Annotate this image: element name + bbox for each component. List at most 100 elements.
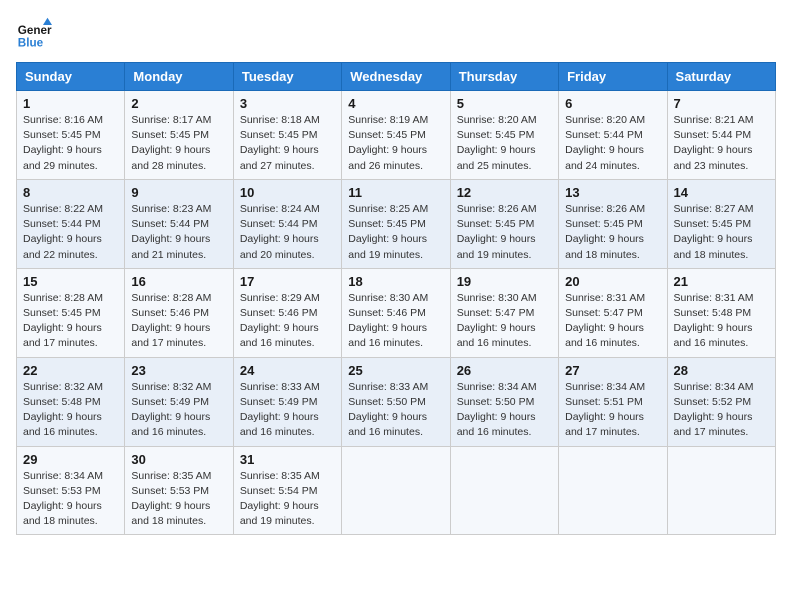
day-number: 28: [674, 363, 769, 378]
calendar-cell: 12 Sunrise: 8:26 AM Sunset: 5:45 PM Dayl…: [450, 179, 558, 268]
calendar-cell: [559, 446, 667, 535]
day-info: Sunrise: 8:26 AM Sunset: 5:45 PM Dayligh…: [565, 202, 660, 263]
day-number: 22: [23, 363, 118, 378]
day-number: 5: [457, 96, 552, 111]
day-number: 23: [131, 363, 226, 378]
calendar-cell: 4 Sunrise: 8:19 AM Sunset: 5:45 PM Dayli…: [342, 91, 450, 180]
calendar-cell: 7 Sunrise: 8:21 AM Sunset: 5:44 PM Dayli…: [667, 91, 775, 180]
day-info: Sunrise: 8:35 AM Sunset: 5:54 PM Dayligh…: [240, 469, 335, 530]
calendar-header-thursday: Thursday: [450, 63, 558, 91]
day-info: Sunrise: 8:19 AM Sunset: 5:45 PM Dayligh…: [348, 113, 443, 174]
day-number: 14: [674, 185, 769, 200]
day-number: 2: [131, 96, 226, 111]
day-number: 10: [240, 185, 335, 200]
calendar-cell: 17 Sunrise: 8:29 AM Sunset: 5:46 PM Dayl…: [233, 268, 341, 357]
calendar-cell: 15 Sunrise: 8:28 AM Sunset: 5:45 PM Dayl…: [17, 268, 125, 357]
calendar-cell: 3 Sunrise: 8:18 AM Sunset: 5:45 PM Dayli…: [233, 91, 341, 180]
day-number: 25: [348, 363, 443, 378]
svg-text:Blue: Blue: [18, 37, 44, 50]
calendar-header-sunday: Sunday: [17, 63, 125, 91]
day-info: Sunrise: 8:20 AM Sunset: 5:44 PM Dayligh…: [565, 113, 660, 174]
day-number: 6: [565, 96, 660, 111]
day-info: Sunrise: 8:34 AM Sunset: 5:50 PM Dayligh…: [457, 380, 552, 441]
calendar-cell: 18 Sunrise: 8:30 AM Sunset: 5:46 PM Dayl…: [342, 268, 450, 357]
day-number: 1: [23, 96, 118, 111]
calendar-cell: 6 Sunrise: 8:20 AM Sunset: 5:44 PM Dayli…: [559, 91, 667, 180]
day-info: Sunrise: 8:35 AM Sunset: 5:53 PM Dayligh…: [131, 469, 226, 530]
day-number: 27: [565, 363, 660, 378]
day-info: Sunrise: 8:33 AM Sunset: 5:49 PM Dayligh…: [240, 380, 335, 441]
calendar-cell: 19 Sunrise: 8:30 AM Sunset: 5:47 PM Dayl…: [450, 268, 558, 357]
calendar-cell: 28 Sunrise: 8:34 AM Sunset: 5:52 PM Dayl…: [667, 357, 775, 446]
day-info: Sunrise: 8:30 AM Sunset: 5:46 PM Dayligh…: [348, 291, 443, 352]
day-info: Sunrise: 8:34 AM Sunset: 5:52 PM Dayligh…: [674, 380, 769, 441]
day-number: 18: [348, 274, 443, 289]
logo: General Blue: [16, 16, 52, 52]
calendar-cell: 21 Sunrise: 8:31 AM Sunset: 5:48 PM Dayl…: [667, 268, 775, 357]
calendar-header-wednesday: Wednesday: [342, 63, 450, 91]
calendar-cell: 20 Sunrise: 8:31 AM Sunset: 5:47 PM Dayl…: [559, 268, 667, 357]
svg-text:General: General: [18, 24, 52, 37]
calendar-cell: 9 Sunrise: 8:23 AM Sunset: 5:44 PM Dayli…: [125, 179, 233, 268]
day-info: Sunrise: 8:28 AM Sunset: 5:46 PM Dayligh…: [131, 291, 226, 352]
calendar-cell: 14 Sunrise: 8:27 AM Sunset: 5:45 PM Dayl…: [667, 179, 775, 268]
day-info: Sunrise: 8:23 AM Sunset: 5:44 PM Dayligh…: [131, 202, 226, 263]
day-info: Sunrise: 8:33 AM Sunset: 5:50 PM Dayligh…: [348, 380, 443, 441]
calendar-cell: 11 Sunrise: 8:25 AM Sunset: 5:45 PM Dayl…: [342, 179, 450, 268]
day-number: 29: [23, 452, 118, 467]
calendar-cell: [667, 446, 775, 535]
day-number: 9: [131, 185, 226, 200]
day-number: 24: [240, 363, 335, 378]
day-number: 4: [348, 96, 443, 111]
calendar-cell: 23 Sunrise: 8:32 AM Sunset: 5:49 PM Dayl…: [125, 357, 233, 446]
day-info: Sunrise: 8:31 AM Sunset: 5:48 PM Dayligh…: [674, 291, 769, 352]
day-number: 31: [240, 452, 335, 467]
day-info: Sunrise: 8:34 AM Sunset: 5:53 PM Dayligh…: [23, 469, 118, 530]
calendar-cell: 13 Sunrise: 8:26 AM Sunset: 5:45 PM Dayl…: [559, 179, 667, 268]
calendar-header-monday: Monday: [125, 63, 233, 91]
day-info: Sunrise: 8:16 AM Sunset: 5:45 PM Dayligh…: [23, 113, 118, 174]
day-number: 26: [457, 363, 552, 378]
logo-icon: General Blue: [16, 16, 52, 52]
calendar-cell: 22 Sunrise: 8:32 AM Sunset: 5:48 PM Dayl…: [17, 357, 125, 446]
day-number: 30: [131, 452, 226, 467]
day-info: Sunrise: 8:34 AM Sunset: 5:51 PM Dayligh…: [565, 380, 660, 441]
day-info: Sunrise: 8:20 AM Sunset: 5:45 PM Dayligh…: [457, 113, 552, 174]
day-number: 13: [565, 185, 660, 200]
day-info: Sunrise: 8:29 AM Sunset: 5:46 PM Dayligh…: [240, 291, 335, 352]
day-info: Sunrise: 8:24 AM Sunset: 5:44 PM Dayligh…: [240, 202, 335, 263]
day-info: Sunrise: 8:25 AM Sunset: 5:45 PM Dayligh…: [348, 202, 443, 263]
day-number: 21: [674, 274, 769, 289]
day-info: Sunrise: 8:31 AM Sunset: 5:47 PM Dayligh…: [565, 291, 660, 352]
day-info: Sunrise: 8:32 AM Sunset: 5:49 PM Dayligh…: [131, 380, 226, 441]
calendar-header-friday: Friday: [559, 63, 667, 91]
day-info: Sunrise: 8:26 AM Sunset: 5:45 PM Dayligh…: [457, 202, 552, 263]
calendar-cell: 27 Sunrise: 8:34 AM Sunset: 5:51 PM Dayl…: [559, 357, 667, 446]
day-number: 3: [240, 96, 335, 111]
day-number: 11: [348, 185, 443, 200]
day-info: Sunrise: 8:32 AM Sunset: 5:48 PM Dayligh…: [23, 380, 118, 441]
day-info: Sunrise: 8:27 AM Sunset: 5:45 PM Dayligh…: [674, 202, 769, 263]
calendar-cell: 10 Sunrise: 8:24 AM Sunset: 5:44 PM Dayl…: [233, 179, 341, 268]
calendar-cell: 29 Sunrise: 8:34 AM Sunset: 5:53 PM Dayl…: [17, 446, 125, 535]
calendar-cell: 31 Sunrise: 8:35 AM Sunset: 5:54 PM Dayl…: [233, 446, 341, 535]
calendar-header-tuesday: Tuesday: [233, 63, 341, 91]
calendar-header-saturday: Saturday: [667, 63, 775, 91]
calendar: SundayMondayTuesdayWednesdayThursdayFrid…: [16, 62, 776, 535]
day-info: Sunrise: 8:30 AM Sunset: 5:47 PM Dayligh…: [457, 291, 552, 352]
day-info: Sunrise: 8:28 AM Sunset: 5:45 PM Dayligh…: [23, 291, 118, 352]
calendar-cell: 24 Sunrise: 8:33 AM Sunset: 5:49 PM Dayl…: [233, 357, 341, 446]
day-info: Sunrise: 8:17 AM Sunset: 5:45 PM Dayligh…: [131, 113, 226, 174]
day-number: 15: [23, 274, 118, 289]
calendar-cell: 1 Sunrise: 8:16 AM Sunset: 5:45 PM Dayli…: [17, 91, 125, 180]
day-number: 16: [131, 274, 226, 289]
calendar-cell: 8 Sunrise: 8:22 AM Sunset: 5:44 PM Dayli…: [17, 179, 125, 268]
day-info: Sunrise: 8:22 AM Sunset: 5:44 PM Dayligh…: [23, 202, 118, 263]
calendar-cell: 5 Sunrise: 8:20 AM Sunset: 5:45 PM Dayli…: [450, 91, 558, 180]
calendar-cell: [450, 446, 558, 535]
day-number: 17: [240, 274, 335, 289]
header: General Blue: [16, 16, 776, 52]
calendar-cell: 16 Sunrise: 8:28 AM Sunset: 5:46 PM Dayl…: [125, 268, 233, 357]
calendar-cell: 30 Sunrise: 8:35 AM Sunset: 5:53 PM Dayl…: [125, 446, 233, 535]
calendar-cell: 25 Sunrise: 8:33 AM Sunset: 5:50 PM Dayl…: [342, 357, 450, 446]
